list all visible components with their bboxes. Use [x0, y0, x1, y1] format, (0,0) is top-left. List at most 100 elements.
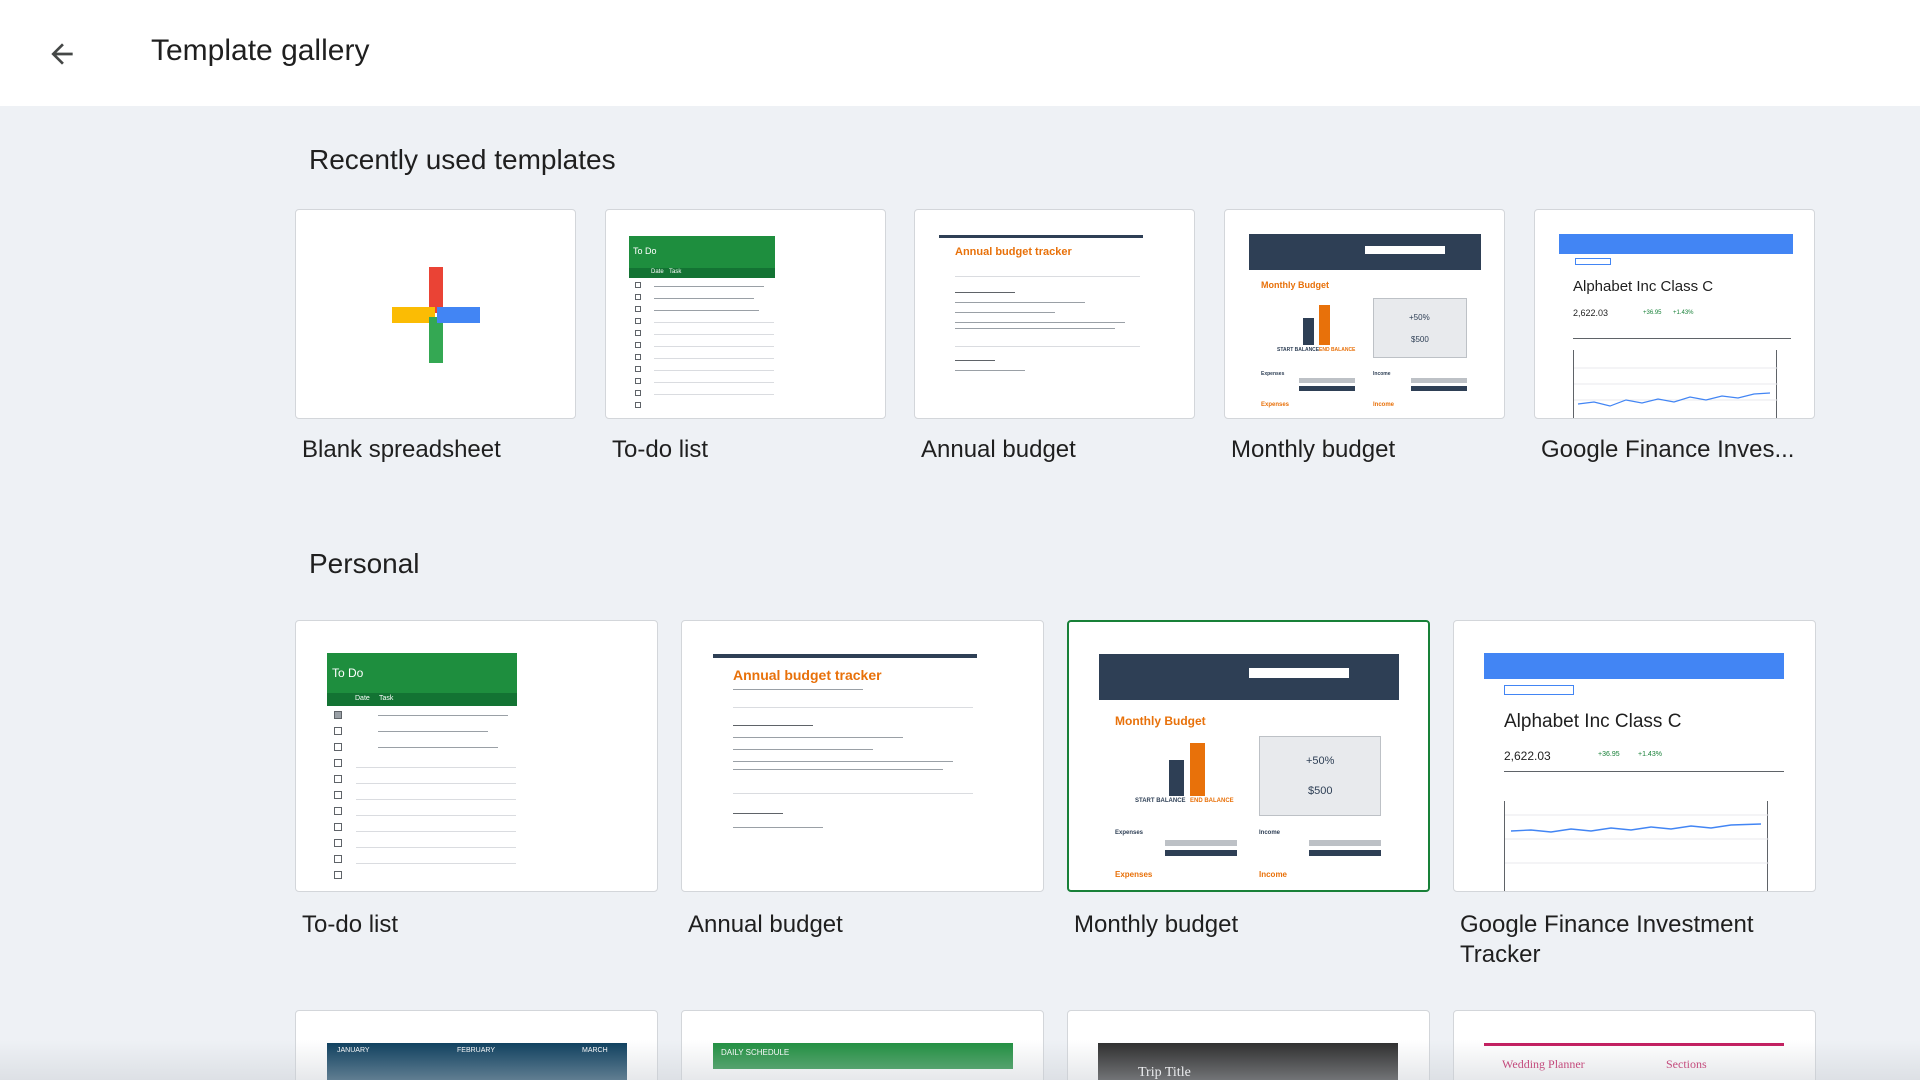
template-label: Monthly budget [1074, 911, 1239, 938]
row-line [654, 370, 774, 371]
task-line [654, 310, 759, 311]
checkbox [334, 871, 342, 879]
expenses-label: Expenses [1261, 371, 1285, 377]
checkbox [635, 378, 641, 384]
template-thumbnail[interactable]: Wedding Planner Sections [1453, 1010, 1816, 1080]
start-balance-bar [1169, 760, 1184, 796]
template-card-annual-budget[interactable]: Annual budget tracker Annual budget [681, 620, 1044, 970]
checkbox [334, 775, 342, 783]
income-footer: Income [1259, 870, 1288, 879]
annual-text-line [733, 827, 823, 828]
task-line [378, 715, 508, 716]
template-card-annual-budget[interactable]: Annual budget tracker Annual budget [914, 209, 1195, 469]
annual-divider [955, 346, 1140, 347]
row-line [356, 863, 516, 864]
annual-text-line [733, 689, 863, 690]
template-thumbnail[interactable]: Annual budget tracker [914, 209, 1195, 419]
annual-text-line [955, 292, 1015, 293]
template-card-todo[interactable]: To Do Date Task To-do list [605, 209, 886, 469]
income-label: Income [1373, 371, 1391, 377]
annual-text-line [733, 725, 813, 726]
template-card-google-finance[interactable]: Alphabet Inc Class C 2,622.03 +36.95 +1.… [1453, 620, 1816, 970]
wedding-rule [1484, 1043, 1784, 1046]
monthly-title: Monthly Budget [1261, 280, 1329, 290]
task-line [378, 747, 498, 748]
finance-header [1484, 653, 1784, 679]
template-thumbnail[interactable]: To Do Date Task [605, 209, 886, 419]
monthly-title: Monthly Budget [1115, 714, 1206, 728]
annual-text-line [733, 737, 903, 738]
checkbox [635, 306, 641, 312]
template-thumbnail[interactable]: Alphabet Inc Class C 2,622.03 +36.95 +1.… [1453, 620, 1816, 892]
template-card-google-finance[interactable]: Alphabet Inc Class C 2,622.03 +36.95 +1.… [1534, 209, 1815, 469]
arrow-back-icon [51, 43, 73, 65]
finance-price: 2,622.03 [1573, 308, 1609, 318]
task-line [654, 298, 754, 299]
template-thumbnail[interactable]: DAILY SCHEDULE [681, 1010, 1044, 1080]
checkbox [635, 366, 641, 372]
row-line [356, 799, 516, 800]
template-thumbnail[interactable]: Monthly Budget START BALANCE END BALANCE… [1224, 209, 1505, 419]
back-button[interactable] [38, 30, 86, 78]
checkbox-checked [334, 711, 342, 719]
top-bar: Template gallery [0, 0, 1920, 106]
template-label: Google Finance Inves... [1541, 436, 1795, 463]
end-balance-bar [1319, 305, 1330, 345]
template-thumbnail[interactable]: JANUARY FEBRUARY MARCH [295, 1010, 658, 1080]
checkbox [334, 727, 342, 735]
expense-bar [1165, 850, 1237, 856]
row-line [356, 815, 516, 816]
template-card-travel-planner[interactable]: Trip Title [1067, 1010, 1430, 1080]
template-thumbnail[interactable]: Alphabet Inc Class C 2,622.03 +36.95 +1.… [1534, 209, 1815, 419]
template-card-monthly-budget[interactable]: Monthly Budget START BALANCE END BALANCE… [1224, 209, 1505, 469]
monthly-saved: $500 [1308, 785, 1333, 797]
template-thumbnail[interactable]: Annual budget tracker [681, 620, 1044, 892]
finance-line-chart [1574, 367, 1778, 407]
template-thumbnail[interactable] [295, 209, 576, 419]
checkbox [635, 390, 641, 396]
expense-bar [1299, 378, 1355, 383]
income-bar [1309, 840, 1381, 846]
todo-header: To Do [629, 236, 775, 268]
calendar-month: JANUARY [337, 1047, 370, 1054]
page-title: Template gallery [151, 34, 370, 67]
annual-text-line [733, 749, 873, 750]
template-thumbnail[interactable]: Trip Title [1067, 1010, 1430, 1080]
finance-pct: +1.43% [1638, 751, 1662, 758]
end-balance-label: END BALANCE [1319, 347, 1356, 353]
annual-text-line [733, 813, 783, 814]
annual-text-line [955, 328, 1115, 329]
checkbox [635, 294, 641, 300]
checkbox [334, 823, 342, 831]
monthly-pct: +50% [1306, 755, 1335, 767]
expenses-label: Expenses [1115, 830, 1144, 836]
checkbox [334, 807, 342, 815]
row-line [654, 358, 774, 359]
todo-task-col: Task [379, 695, 394, 702]
annual-title: Annual budget tracker [955, 246, 1072, 258]
start-balance-label: START BALANCE [1277, 347, 1320, 353]
annual-text-line [955, 370, 1025, 371]
template-card-annual-calendar[interactable]: JANUARY FEBRUARY MARCH [295, 1010, 658, 1080]
template-card-blank[interactable]: Blank spreadsheet [295, 209, 576, 469]
template-card-schedule[interactable]: DAILY SCHEDULE [681, 1010, 1044, 1080]
annual-text-line [733, 769, 943, 770]
row-line [356, 831, 516, 832]
template-card-todo[interactable]: To Do Date Task To-do list [295, 620, 658, 970]
todo-title: To Do [633, 246, 657, 256]
template-card-wedding-planner[interactable]: Wedding Planner Sections [1453, 1010, 1816, 1080]
monthly-pct: +50% [1409, 313, 1430, 322]
template-label: Google Finance Investment Tracker [1460, 911, 1754, 968]
finance-title: Alphabet Inc Class C [1573, 278, 1714, 295]
recent-section-title: Recently used templates [309, 144, 616, 175]
monthly-summary-box: +50% $500 [1259, 736, 1381, 816]
task-line [378, 731, 488, 732]
annual-divider [955, 276, 1140, 277]
template-card-monthly-budget[interactable]: Monthly Budget START BALANCE END BALANCE… [1067, 620, 1430, 970]
template-thumbnail-selected[interactable]: Monthly Budget START BALANCE END BALANCE… [1067, 620, 1430, 892]
template-thumbnail[interactable]: To Do Date Task [295, 620, 658, 892]
finance-chart-area [1504, 801, 1769, 891]
monthly-input [1365, 246, 1445, 254]
personal-section-title: Personal [309, 548, 420, 579]
monthly-summary-box: +50% $500 [1373, 298, 1467, 358]
